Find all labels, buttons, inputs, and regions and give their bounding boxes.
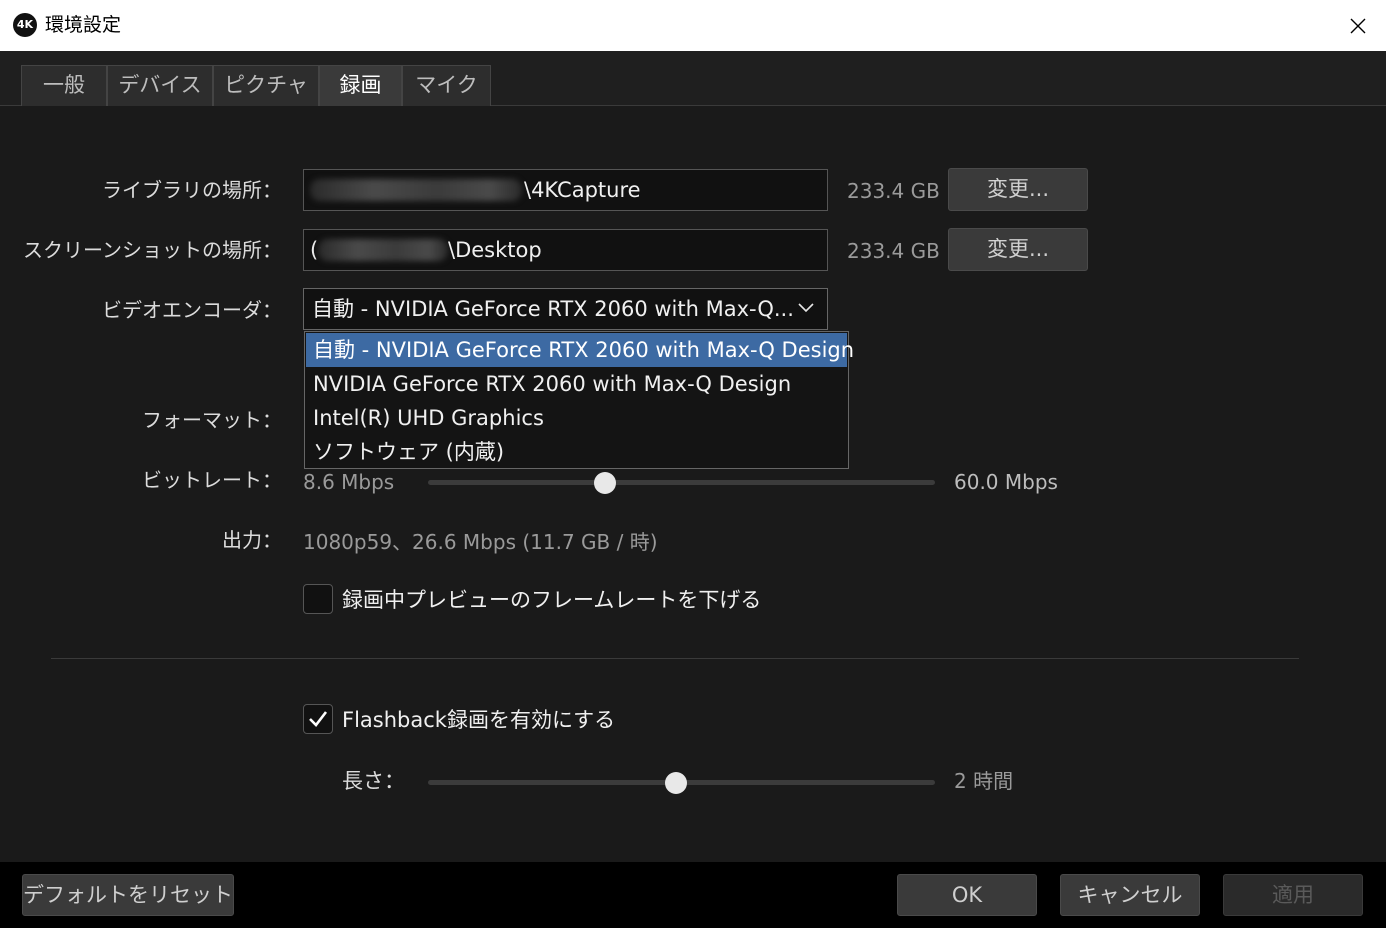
flashback-enable-checkbox[interactable] — [303, 704, 333, 734]
lower-preview-framerate-checkbox[interactable] — [303, 584, 333, 614]
video-encoder-select[interactable]: 自動 - NVIDIA GeForce RTX 2060 with Max-Q.… — [303, 288, 828, 330]
bitrate-slider-track[interactable] — [428, 480, 935, 485]
encoder-option-auto[interactable]: 自動 - NVIDIA GeForce RTX 2060 with Max-Q … — [306, 333, 854, 367]
output-label: 出力： — [222, 528, 282, 552]
bitrate-max-value: 60.0 Mbps — [954, 470, 1058, 494]
screenshot-free-space: 233.4 GB — [847, 239, 940, 263]
video-encoder-dropdown: 自動 - NVIDIA GeForce RTX 2060 with Max-Q … — [304, 331, 854, 469]
library-path-text: \4KCapture — [524, 178, 641, 202]
library-change-button[interactable]: 変更... — [948, 168, 1088, 211]
cancel-button[interactable]: キャンセル — [1060, 874, 1200, 916]
tab-recording[interactable]: 録画 — [319, 65, 402, 106]
bitrate-label: ビットレート： — [142, 468, 282, 492]
screenshot-change-button[interactable]: 変更... — [948, 228, 1088, 271]
window-title: 環境設定 — [45, 14, 122, 36]
encoder-option-software[interactable]: ソフトウェア (内蔵) — [306, 435, 847, 469]
reset-defaults-button[interactable]: デフォルトをリセット — [22, 874, 234, 916]
redacted-path — [318, 239, 448, 261]
flashback-length-slider-thumb[interactable] — [665, 772, 688, 794]
screenshot-path-prefix: ( — [310, 238, 319, 262]
title-bar: 4K 環境設定 — [0, 0, 1386, 51]
encoder-option-intel[interactable]: Intel(R) UHD Graphics — [306, 401, 847, 435]
redacted-path — [310, 179, 522, 201]
encoder-option-nvidia[interactable]: NVIDIA GeForce RTX 2060 with Max-Q Desig… — [306, 367, 847, 401]
format-label: フォーマット： — [142, 408, 282, 432]
dialog-footer: デフォルトをリセット OK キャンセル 適用 — [0, 862, 1386, 928]
checkmark-icon — [309, 711, 328, 727]
bitrate-min-value: 8.6 Mbps — [303, 470, 395, 494]
flashback-enable-label: Flashback録画を有効にする — [342, 708, 616, 732]
tab-general[interactable]: 一般 — [21, 65, 107, 106]
flashback-length-value: 2 時間 — [954, 769, 1014, 793]
ok-button[interactable]: OK — [897, 874, 1037, 916]
recording-settings-panel: ライブラリの場所： \4KCapture 233.4 GB 変更... スクリー… — [0, 106, 1386, 862]
apply-button[interactable]: 適用 — [1223, 874, 1363, 916]
app-logo-icon: 4K — [13, 13, 37, 37]
close-icon — [1350, 18, 1366, 34]
tab-strip: 一般 デバイス ピクチャ 録画 マイク — [0, 51, 1386, 106]
video-encoder-selected: 自動 - NVIDIA GeForce RTX 2060 with Max-Q.… — [312, 297, 794, 321]
tab-picture[interactable]: ピクチャ — [213, 65, 319, 106]
flashback-length-label: 長さ： — [342, 769, 405, 793]
video-encoder-label: ビデオエンコーダ： — [102, 298, 282, 322]
screenshot-path-field[interactable]: ( \Desktop — [303, 229, 828, 271]
output-value: 1080p59、26.6 Mbps (11.7 GB / 時) — [303, 530, 658, 554]
tab-devices[interactable]: デバイス — [107, 65, 213, 106]
screenshot-path-text: \Desktop — [448, 238, 542, 262]
tab-microphone[interactable]: マイク — [402, 65, 491, 106]
library-free-space: 233.4 GB — [847, 179, 940, 203]
section-divider — [51, 658, 1299, 659]
library-path-field[interactable]: \4KCapture — [303, 169, 828, 211]
chevron-down-icon — [798, 303, 814, 313]
screenshot-location-label: スクリーンショットの場所： — [23, 238, 282, 262]
lower-preview-framerate-label: 録画中プレビューのフレームレートを下げる — [342, 588, 762, 612]
bitrate-slider-thumb[interactable] — [594, 472, 617, 494]
library-location-label: ライブラリの場所： — [102, 178, 282, 202]
close-button[interactable] — [1338, 6, 1378, 46]
